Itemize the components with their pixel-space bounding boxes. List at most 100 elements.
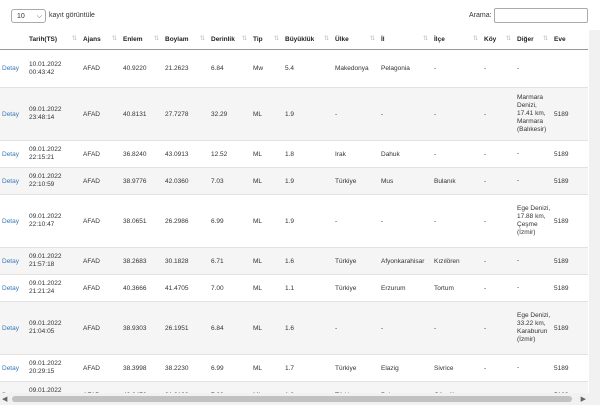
detail-link[interactable]: Detay — [0, 194, 27, 248]
sort-icon: ⇅ — [111, 36, 117, 42]
detail-link[interactable]: Detay — [0, 274, 27, 302]
longitude-cell: 26.2986 — [163, 194, 209, 248]
header-district[interactable]: İlçe ⇅ — [432, 30, 482, 50]
agency-cell: AFAD — [81, 49, 121, 88]
agency-cell: AFAD — [81, 87, 121, 141]
district-cell: Göynük — [432, 381, 482, 393]
detail-link[interactable]: Detay — [0, 247, 27, 275]
depth-cell: 12.52 — [209, 140, 251, 168]
scroll-right-icon[interactable]: ▶ — [581, 395, 586, 403]
longitude-cell: 31.0193 — [163, 381, 209, 393]
detail-link[interactable]: Detay — [0, 49, 27, 88]
sort-icon: ⇅ — [472, 36, 478, 42]
village-cell: - — [482, 247, 515, 275]
depth-cell: 6.84 — [209, 49, 251, 88]
agency-cell: AFAD — [81, 354, 121, 382]
header-other-label: Diğer — [517, 36, 534, 43]
time-text: 21:57:18 — [29, 261, 55, 268]
magnitude-cell: 1.1 — [283, 274, 333, 302]
longitude-cell: 38.2230 — [163, 354, 209, 382]
latitude-cell: 38.9776 — [121, 167, 163, 195]
page-length-value: 10 — [17, 13, 25, 20]
header-type[interactable]: Tip ⇅ — [251, 30, 283, 50]
header-link — [0, 30, 27, 50]
magnitude-cell: 1.6 — [283, 301, 333, 355]
detail-link[interactable]: Detay — [0, 301, 27, 355]
header-magnitude[interactable]: Büyüklük ⇅ — [283, 30, 333, 50]
magnitude-cell: 1.9 — [283, 167, 333, 195]
longitude-cell: 27.7278 — [163, 87, 209, 141]
detail-link[interactable]: Detay — [0, 167, 27, 195]
magnitude-cell: 1.9 — [283, 87, 333, 141]
province-cell: - — [379, 301, 432, 355]
header-district-label: İlçe — [434, 36, 445, 43]
sort-icon: ⇅ — [153, 36, 159, 42]
district-cell: - — [432, 140, 482, 168]
header-agency[interactable]: Ajans ⇅ — [81, 30, 121, 50]
header-depth-label: Derinlik — [211, 36, 235, 43]
table-row: Detay 09.01.2022 20:29:15 AFAD 38.3998 38.223… — [0, 354, 588, 382]
scrollbar-thumb[interactable] — [12, 396, 572, 402]
header-date[interactable]: Tarih(TS) ⇅ — [27, 30, 81, 50]
vertical-scrollbar[interactable] — [589, 30, 600, 393]
header-province[interactable]: İl ⇅ — [379, 30, 432, 50]
province-cell: Afyonkarahisar — [379, 247, 432, 275]
type-cell: ML — [251, 354, 283, 382]
district-cell: Sivrice — [432, 354, 482, 382]
table-row: Detay 09.01.2022 22:10:59 AFAD 38.9776 42.036… — [0, 167, 588, 195]
page-length-select[interactable]: 10 ⌵ — [11, 9, 46, 23]
chevron-down-icon: ⌵ — [36, 13, 42, 20]
country-cell: - — [333, 301, 379, 355]
longitude-cell: 42.0360 — [163, 167, 209, 195]
header-latitude[interactable]: Enlem ⇅ — [121, 30, 163, 50]
type-cell: ML — [251, 381, 283, 393]
search-label: Arama: — [469, 12, 492, 19]
table-controls: 10 ⌵ kayıt görüntüle Arama: — [0, 0, 600, 30]
scroll-left-icon[interactable]: ◀ — [2, 395, 7, 403]
agency-cell: AFAD — [81, 194, 121, 248]
event-cell: 5189 — [552, 247, 588, 275]
detail-link[interactable]: Detay — [0, 354, 27, 382]
header-longitude[interactable]: Boylam ⇅ — [163, 30, 209, 50]
time-text: 20:29:15 — [29, 368, 55, 375]
horizontal-scrollbar[interactable]: ◀ ▶ — [0, 393, 600, 405]
village-cell: - — [482, 274, 515, 302]
province-cell: Mus — [379, 167, 432, 195]
header-event[interactable]: Eve — [552, 30, 588, 50]
detail-link[interactable]: Detay — [0, 381, 27, 393]
header-longitude-label: Boylam — [165, 36, 189, 43]
agency-cell: AFAD — [81, 140, 121, 168]
event-cell: 5189 — [552, 301, 588, 355]
district-cell: Kızılören — [432, 247, 482, 275]
date-cell: 09.01.2022 21:21:24 — [27, 274, 81, 302]
header-depth[interactable]: Derinlik ⇅ — [209, 30, 251, 50]
header-other[interactable]: Diğer ⇅ — [515, 30, 552, 50]
date-text: 09.01.2022 — [29, 106, 62, 113]
time-text: 21:21:24 — [29, 288, 55, 295]
longitude-cell: 41.4705 — [163, 274, 209, 302]
agency-cell: AFAD — [81, 167, 121, 195]
date-cell: 09.01.2022 22:10:59 — [27, 167, 81, 195]
sort-icon: ⇅ — [241, 36, 247, 42]
type-cell: ML — [251, 274, 283, 302]
district-cell: Bulanık — [432, 167, 482, 195]
search-input[interactable] — [494, 8, 588, 23]
depth-cell: 6.84 — [209, 301, 251, 355]
event-cell: 5189 — [552, 167, 588, 195]
country-cell: Türkiye — [333, 274, 379, 302]
village-cell: - — [482, 140, 515, 168]
header-village[interactable]: Köy ⇅ — [482, 30, 515, 50]
province-cell: Pelagonia — [379, 49, 432, 88]
other-cell: - — [515, 49, 552, 88]
event-cell: 5189 — [552, 194, 588, 248]
date-cell: 09.01.202220:23:19 — [27, 381, 81, 393]
detail-link[interactable]: Detay — [0, 87, 27, 141]
date-text: 09.01.2022 — [29, 213, 62, 220]
table-row: Detay 09.01.2022 21:57:18 AFAD 38.2683 30.182… — [0, 247, 588, 275]
date-text: 09.01.2022 — [29, 253, 62, 260]
detail-link[interactable]: Detay — [0, 140, 27, 168]
date-cell: 09.01.2022 22:10:47 — [27, 194, 81, 248]
header-country[interactable]: Ülke ⇅ — [333, 30, 379, 50]
country-cell: - — [333, 87, 379, 141]
header-latitude-label: Enlem — [123, 36, 143, 43]
